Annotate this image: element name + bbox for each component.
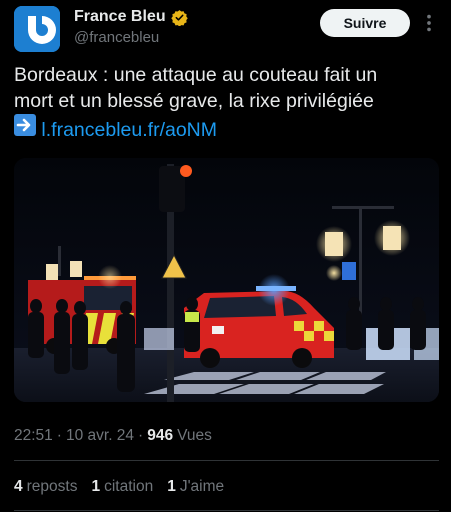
tweet-header: France Bleu @francebleu Suivre [14, 6, 439, 52]
tweet-link[interactable]: l.francebleu.fr/aoNM [41, 119, 217, 141]
quotes-stat[interactable]: 1 citation [91, 478, 153, 496]
tweet-media-photo[interactable] [14, 158, 439, 402]
tweet-date[interactable]: 10 avr. 24 [66, 427, 134, 445]
likes-stat[interactable]: 1 J'aime [167, 478, 224, 496]
night-street-scene-image [14, 158, 439, 402]
meta-separator: · [56, 427, 62, 444]
display-name[interactable]: France Bleu [74, 8, 166, 26]
avatar[interactable] [14, 6, 60, 52]
tweet-text: Bordeaux : une attaque au couteau fait u… [14, 62, 439, 143]
tweet-meta: 22:51 · 10 avr. 24 · 946 Vues [14, 427, 212, 445]
reposts-stat[interactable]: 4 reposts [14, 478, 77, 496]
quotes-label: citation [104, 478, 154, 495]
reposts-count: 4 [14, 478, 23, 495]
name-row: France Bleu [74, 8, 188, 26]
quotes-count: 1 [91, 478, 101, 495]
tweet-text-line-1: Bordeaux : une attaque au couteau fait u… [14, 64, 378, 86]
views-label: Vues [177, 427, 212, 444]
reposts-label: reposts [26, 478, 78, 495]
likes-count: 1 [167, 478, 176, 495]
user-handle[interactable]: @francebleu [74, 29, 159, 46]
meta-separator: · [138, 427, 144, 444]
france-bleu-logo-icon [14, 6, 60, 52]
divider [14, 460, 439, 461]
tweet-text-line-2: mort et un blessé grave, la rixe privilé… [14, 90, 374, 112]
views-count: 946 [147, 427, 174, 444]
engagement-stats: 4 reposts 1 citation 1 J'aime [14, 478, 224, 496]
follow-button[interactable]: Suivre [320, 9, 410, 37]
divider [14, 510, 439, 511]
more-options-icon[interactable] [418, 12, 440, 34]
tweet-link-line: l.francebleu.fr/aoNM [14, 114, 439, 143]
verified-badge-icon [170, 9, 188, 26]
likes-label: J'aime [179, 478, 225, 495]
tweet-time[interactable]: 22:51 [14, 427, 53, 445]
right-arrow-emoji-icon [14, 114, 36, 136]
